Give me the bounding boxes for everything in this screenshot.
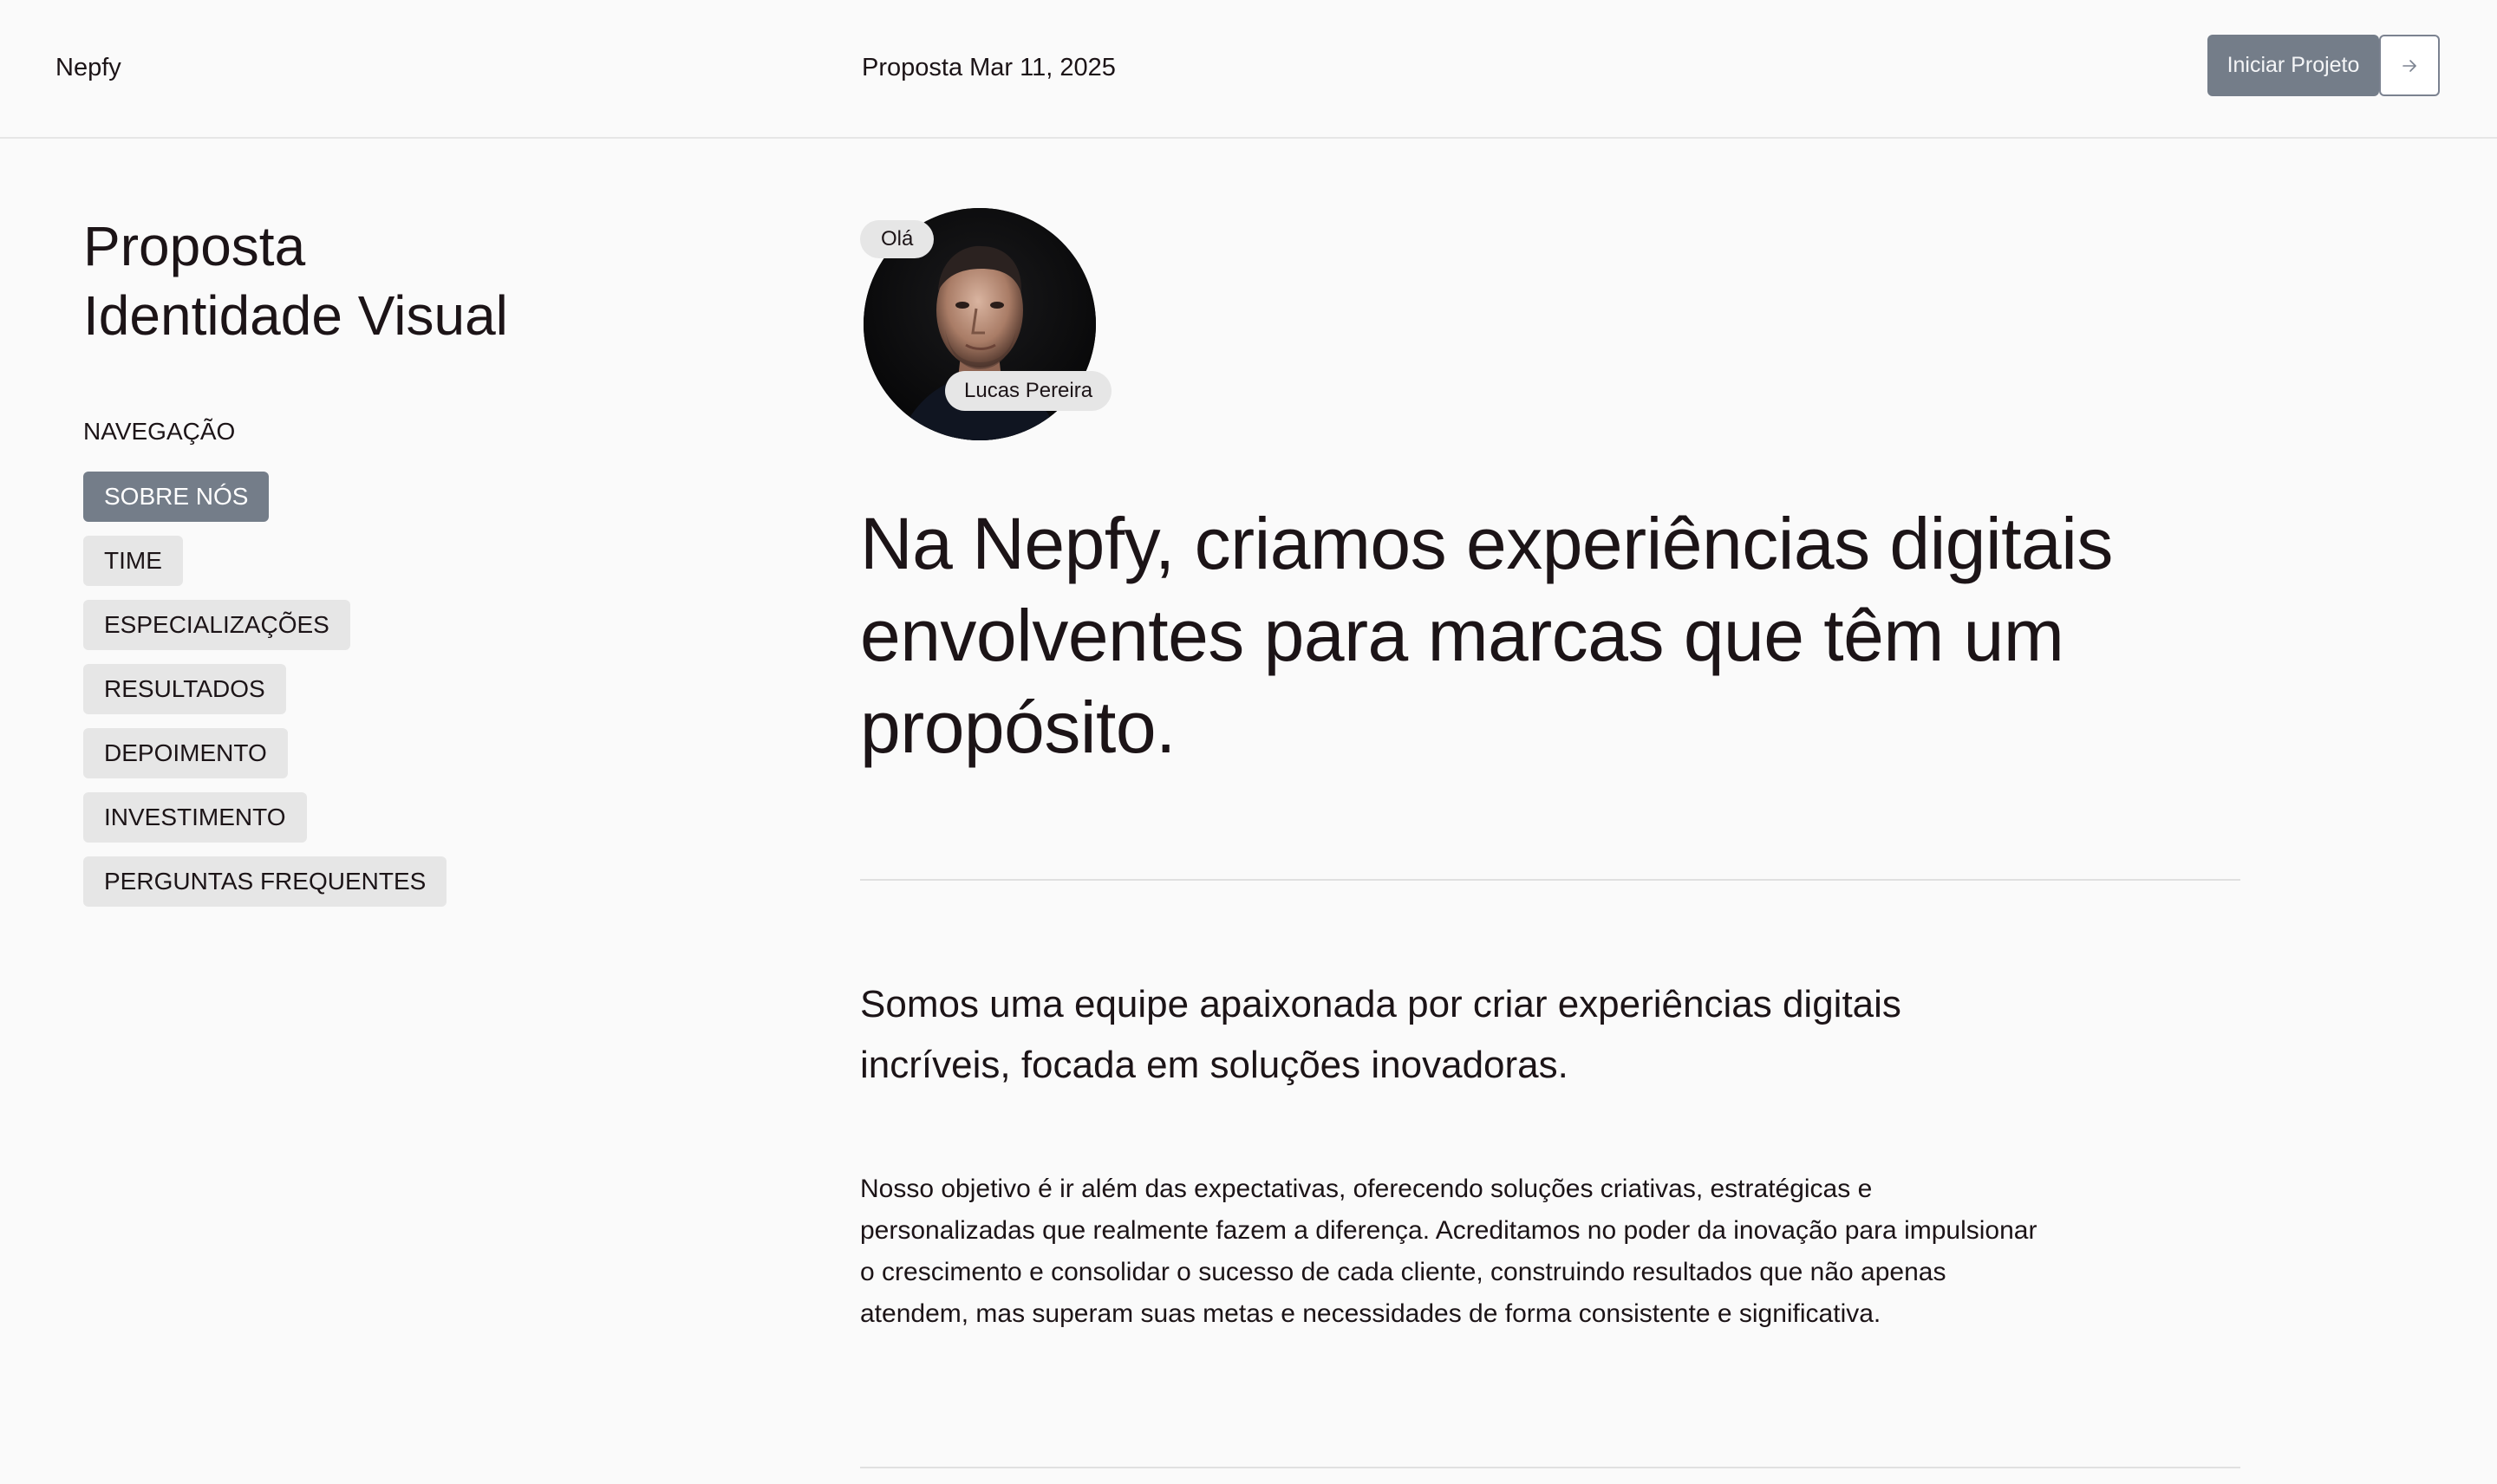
top-bar: Nepfy Proposta Mar 11, 2025 Iniciar Proj… (0, 0, 2497, 139)
about-body-text: Nosso objetivo é ir além das expectativa… (860, 1175, 2037, 1328)
nav-item-investimento[interactable]: INVESTIMENTO (83, 792, 307, 843)
nav-item-resultados[interactable]: RESULTADOS (83, 664, 286, 714)
title-line-2: Identidade Visual (83, 284, 508, 347)
sidebar: Proposta Identidade Visual NAVEGAÇÃO SOB… (83, 212, 690, 907)
about-lead-text: Somos uma equipe apaixonada por criar ex… (860, 983, 1901, 1086)
arrow-right-icon (2402, 59, 2416, 72)
profile-block: Olá Lucas Pereira (860, 208, 1112, 440)
section-divider-bottom (860, 1467, 2240, 1468)
section-divider (860, 879, 2240, 881)
proposal-date-label: Proposta Mar 11, 2025 (862, 54, 1116, 81)
nav-item-depoimento[interactable]: DEPOIMENTO (83, 728, 288, 778)
person-name-badge: Lucas Pereira (945, 371, 1112, 411)
greeting-badge: Olá (860, 220, 935, 258)
nav-item-perguntas-frequentes[interactable]: PERGUNTAS FREQUENTES (83, 856, 447, 907)
title-line-1: Proposta (83, 215, 306, 277)
hero-headline: Na Nepfy, criamos experiências digitais … (860, 503, 2113, 768)
nav-heading: NAVEGAÇÃO (83, 418, 236, 445)
start-project-button[interactable]: Iniciar Projeto (2207, 35, 2379, 96)
nav-item-time[interactable]: TIME (83, 536, 183, 586)
nav-item-especializacoes[interactable]: ESPECIALIZAÇÕES (83, 600, 350, 650)
arrow-button[interactable] (2379, 35, 2440, 96)
brand-name[interactable]: Nepfy (55, 54, 121, 82)
proposal-title: Proposta Identidade Visual (83, 212, 690, 350)
nav-item-sobre-nos[interactable]: SOBRE NÓS (83, 472, 270, 522)
